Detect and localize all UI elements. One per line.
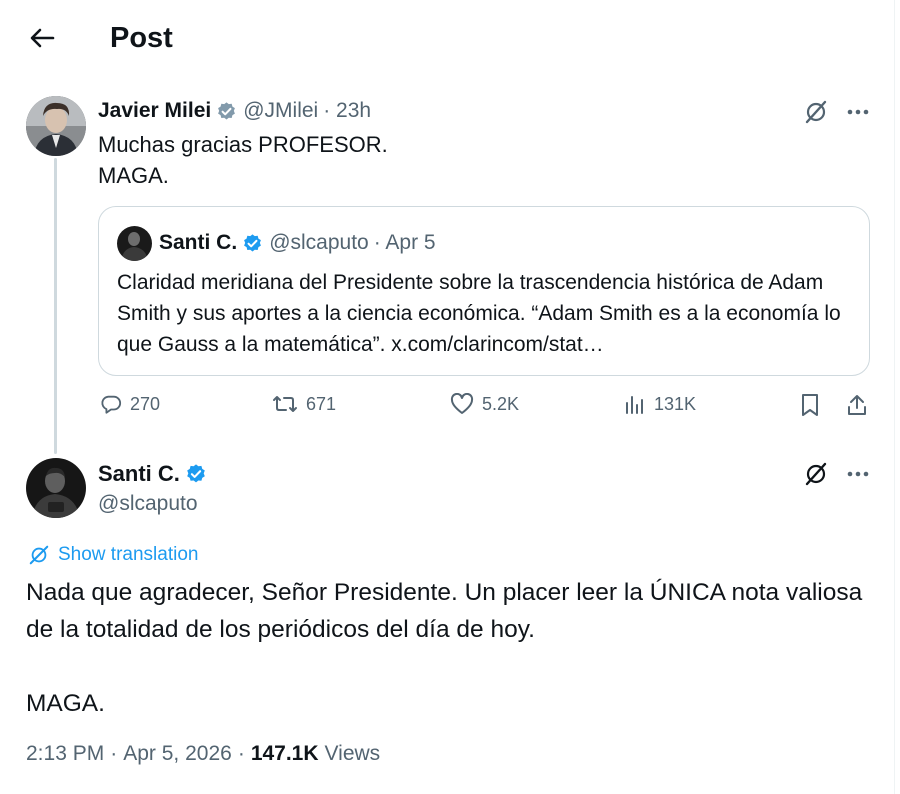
page-title: Post xyxy=(110,22,173,54)
post-time[interactable]: 2:13 PM xyxy=(26,742,104,766)
post-date[interactable]: Apr 5, 2026 xyxy=(123,742,232,766)
quote-date: · Apr 5 xyxy=(373,231,436,254)
back-button[interactable] xyxy=(26,22,58,54)
reply-count: 270 xyxy=(130,393,161,414)
share-icon xyxy=(848,395,866,415)
like-count: 5.2K xyxy=(482,393,520,414)
main-tweet-handle-row: @slcaputo xyxy=(98,490,198,518)
author-handle[interactable]: @slcaputo xyxy=(98,492,198,516)
translate-icon xyxy=(29,545,49,565)
arrow-left-icon xyxy=(30,28,55,48)
author-name[interactable]: Santi C. xyxy=(98,461,180,487)
repost-count: 671 xyxy=(306,393,337,414)
thread-line xyxy=(54,158,57,454)
tweet-meta: 2:13 PM · Apr 5, 2026 · 147.1K Views xyxy=(26,742,380,766)
show-translation-label: Show translation xyxy=(58,544,199,565)
verified-badge-icon xyxy=(185,463,207,485)
author-handle[interactable]: @JMilei xyxy=(243,99,318,123)
bookmark-icon xyxy=(802,394,818,416)
main-tweet-paragraph-1: Nada que agradecer, Señor Presidente. Un… xyxy=(26,579,863,643)
repost-button[interactable]: 671 xyxy=(272,393,336,415)
share-button[interactable] xyxy=(846,393,868,417)
more-icon[interactable] xyxy=(842,98,874,126)
quote-header: Santi C. @slcaputo · Apr 5 xyxy=(159,229,436,257)
quoted-tweet-card[interactable]: Santi C. @slcaputo · Apr 5 Claridad meri… xyxy=(98,206,870,376)
main-tweet-paragraph-2: MAGA. xyxy=(26,690,105,717)
verified-badge-icon xyxy=(242,233,263,254)
meta-separator: · xyxy=(110,742,118,765)
views-button[interactable]: 131K xyxy=(624,393,696,415)
views-count: 147.1K xyxy=(250,742,319,765)
reply-icon xyxy=(101,395,122,414)
page-border xyxy=(894,0,895,794)
avatar-image xyxy=(26,458,86,518)
quote-text: Claridad meridiana del Presidente sobre … xyxy=(117,271,841,356)
main-tweet-name-row: Santi C. xyxy=(98,460,213,488)
action-bar: 270 671 5.2K 131K xyxy=(98,393,878,427)
verified-badge-icon xyxy=(216,101,237,122)
repost-icon xyxy=(273,396,297,412)
meta-separator: · xyxy=(237,742,245,765)
views-count: 131K xyxy=(654,393,697,414)
tweet-text-line-2: MAGA. xyxy=(98,163,169,188)
author-name[interactable]: Javier Milei xyxy=(98,99,211,123)
like-button[interactable]: 5.2K xyxy=(450,393,519,415)
views-label: Views xyxy=(324,742,381,765)
avatar[interactable] xyxy=(26,96,86,156)
bookmark-button[interactable] xyxy=(800,393,820,417)
quote-author-handle: @slcaputo xyxy=(269,231,369,254)
tweet-text-line-1: Muchas gracias PROFESOR. xyxy=(98,132,388,157)
header: Post xyxy=(0,0,895,78)
avatar-image xyxy=(26,96,86,156)
grok-icon[interactable] xyxy=(800,460,832,488)
show-translation-link[interactable]: Show translation xyxy=(28,544,198,566)
avatar[interactable] xyxy=(26,458,86,518)
grok-icon[interactable] xyxy=(800,98,832,126)
views-icon xyxy=(626,396,643,414)
main-tweet-text: Nada que agradecer, Señor Presidente. Un… xyxy=(26,574,886,722)
quote-author-name: Santi C. xyxy=(159,231,238,254)
reply-button[interactable]: 270 xyxy=(100,393,160,415)
heart-icon xyxy=(450,393,474,414)
post-time[interactable]: · 23h xyxy=(323,99,371,123)
more-icon[interactable] xyxy=(842,460,874,488)
parent-tweet-header: Javier Milei @JMilei · 23h xyxy=(98,97,371,125)
quote-avatar xyxy=(117,226,152,261)
